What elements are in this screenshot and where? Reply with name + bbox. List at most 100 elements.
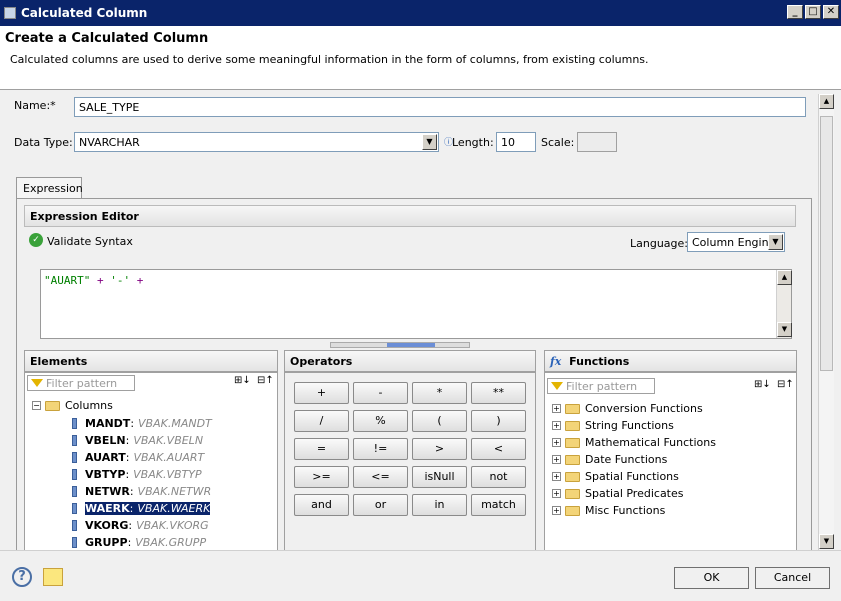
column-icon: [72, 537, 77, 548]
column-item[interactable]: VBTYP: VBAK.VBTYP: [72, 466, 202, 483]
expand-icon[interactable]: +: [552, 506, 561, 515]
column-name: MANDT: [85, 417, 131, 430]
operator-button[interactable]: and: [294, 494, 349, 516]
expr-string-token: '-': [110, 274, 131, 287]
column-label: GRUPP: VBAK.GRUPP: [85, 536, 206, 549]
operator-button[interactable]: >=: [294, 466, 349, 488]
operator-button[interactable]: ): [471, 410, 526, 432]
expression-editor-header: Expression Editor: [24, 205, 796, 227]
scroll-thumb[interactable]: [820, 116, 833, 371]
operator-button[interactable]: <=: [353, 466, 408, 488]
column-source: VBAK.VKORG: [136, 519, 209, 532]
operator-button[interactable]: *: [412, 382, 467, 404]
expression-scrollbar[interactable]: ▲ ▼: [776, 270, 792, 338]
function-category-item[interactable]: + Date Functions: [552, 451, 667, 468]
expand-icon[interactable]: +: [552, 421, 561, 430]
name-field[interactable]: SALE_TYPE: [74, 97, 806, 117]
column-item[interactable]: GRUPP: VBAK.GRUPP: [72, 534, 206, 550]
tree-root-columns[interactable]: − Columns: [32, 397, 113, 414]
scroll-down-icon[interactable]: ▼: [777, 322, 792, 337]
expand-icon[interactable]: +: [552, 404, 561, 413]
elements-filter-input[interactable]: Filter pattern: [27, 375, 135, 391]
column-item[interactable]: VBELN: VBAK.VBELN: [72, 432, 203, 449]
column-item[interactable]: WAERK: VBAK.WAERK: [72, 500, 211, 517]
chevron-down-icon[interactable]: ▼: [422, 134, 437, 150]
operator-button[interactable]: /: [294, 410, 349, 432]
operator-button[interactable]: %: [353, 410, 408, 432]
dialog-header: Create a Calculated Column Calculated co…: [0, 26, 841, 90]
column-item[interactable]: VKORG: VBAK.VKORG: [72, 517, 209, 534]
datatype-select[interactable]: NVARCHAR ▼: [74, 132, 439, 152]
expression-text-area[interactable]: "AUART" + '-' +: [40, 269, 792, 339]
operator-button[interactable]: !=: [353, 438, 408, 460]
operator-button[interactable]: >: [412, 438, 467, 460]
column-icon: [72, 503, 77, 514]
scroll-down-icon[interactable]: ▼: [819, 534, 834, 549]
function-category-label: Date Functions: [585, 453, 668, 466]
length-field[interactable]: 10: [496, 132, 536, 152]
tab-expression[interactable]: Expression: [16, 177, 83, 199]
scroll-up-icon[interactable]: ▲: [777, 270, 792, 285]
operator-button[interactable]: =: [294, 438, 349, 460]
ok-button[interactable]: OK: [674, 567, 749, 589]
collapse-icon[interactable]: −: [32, 401, 41, 410]
column-name: VBTYP: [85, 468, 126, 481]
functions-header: fx Functions: [544, 350, 797, 372]
main-scrollbar[interactable]: ▲ ▼: [818, 94, 834, 550]
function-category-label: Spatial Functions: [585, 470, 679, 483]
function-category-item[interactable]: + Misc Functions: [552, 502, 665, 519]
collapse-all-icon[interactable]: ⊟↑: [257, 375, 274, 386]
column-separator: :: [125, 451, 130, 464]
minimize-button[interactable]: _: [787, 5, 803, 19]
language-select[interactable]: Column Engine ▼: [687, 232, 785, 252]
folder-icon: [565, 420, 580, 431]
expand-icon[interactable]: +: [552, 489, 561, 498]
expand-icon[interactable]: +: [552, 438, 561, 447]
operator-button[interactable]: **: [471, 382, 526, 404]
operator-button[interactable]: match: [471, 494, 526, 516]
function-category-item[interactable]: + Spatial Predicates: [552, 485, 684, 502]
functions-filter-placeholder: Filter pattern: [566, 380, 638, 393]
column-label: WAERK: VBAK.WAERK: [85, 502, 211, 515]
operator-button[interactable]: isNull: [412, 466, 467, 488]
scale-label: Scale:: [541, 136, 575, 149]
expand-icon[interactable]: +: [552, 455, 561, 464]
chevron-down-icon[interactable]: ▼: [768, 234, 783, 250]
collapse-all-icon[interactable]: ⊟↑: [777, 379, 794, 390]
expr-operator-token: +: [96, 274, 104, 287]
operator-button[interactable]: -: [353, 382, 408, 404]
checkmark-icon: ✓: [29, 233, 43, 247]
functions-filter-input[interactable]: Filter pattern: [547, 378, 655, 394]
column-item[interactable]: MANDT: VBAK.MANDT: [72, 415, 212, 432]
operator-button[interactable]: (: [412, 410, 467, 432]
dialog-footer: ? OK Cancel: [0, 550, 841, 601]
scroll-up-icon[interactable]: ▲: [819, 94, 834, 109]
cancel-button[interactable]: Cancel: [755, 567, 830, 589]
expand-icon[interactable]: +: [552, 472, 561, 481]
folder-icon: [45, 400, 60, 411]
column-item[interactable]: NETWR: VBAK.NETWR: [72, 483, 211, 500]
expand-all-icon[interactable]: ⊞↓: [234, 375, 251, 386]
function-category-item[interactable]: + Conversion Functions: [552, 400, 703, 417]
operator-button[interactable]: or: [353, 494, 408, 516]
close-button[interactable]: ✕: [823, 5, 839, 19]
elements-filter-placeholder: Filter pattern: [46, 377, 118, 390]
column-icon: [72, 520, 77, 531]
function-category-label: String Functions: [585, 419, 674, 432]
operator-button[interactable]: +: [294, 382, 349, 404]
operator-button[interactable]: not: [471, 466, 526, 488]
note-icon[interactable]: [43, 568, 63, 586]
function-category-item[interactable]: + Spatial Functions: [552, 468, 679, 485]
operator-button[interactable]: in: [412, 494, 467, 516]
column-icon: [72, 435, 77, 446]
function-category-item[interactable]: + Mathematical Functions: [552, 434, 716, 451]
operator-button[interactable]: <: [471, 438, 526, 460]
splitter-handle[interactable]: [330, 342, 470, 348]
expand-all-icon[interactable]: ⊞↓: [754, 379, 771, 390]
maximize-button[interactable]: □: [805, 5, 821, 19]
function-category-item[interactable]: + String Functions: [552, 417, 674, 434]
column-source: VBAK.VBTYP: [133, 468, 202, 481]
column-item[interactable]: AUART: VBAK.AUART: [72, 449, 204, 466]
help-icon[interactable]: ?: [12, 567, 32, 587]
validate-syntax-link[interactable]: Validate Syntax: [47, 235, 133, 248]
